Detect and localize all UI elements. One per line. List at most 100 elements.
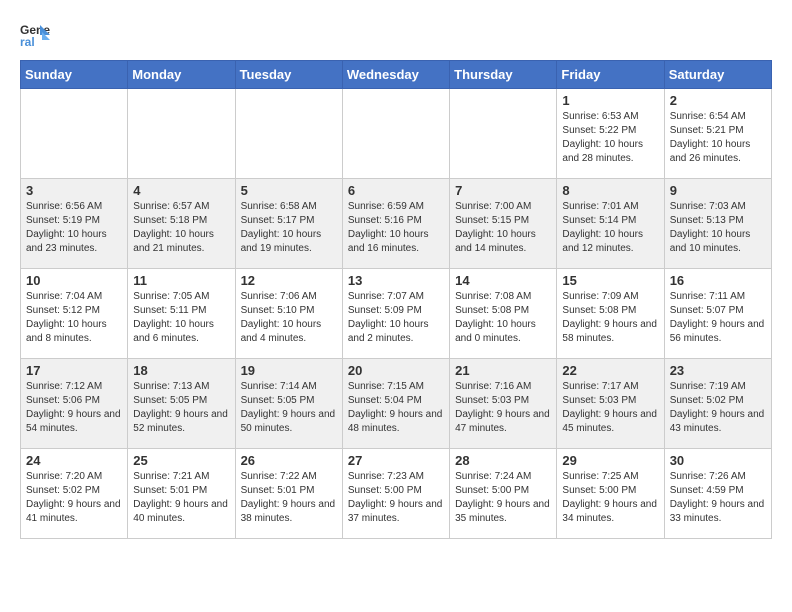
day-info: Sunrise: 7:25 AM Sunset: 5:00 PM Dayligh… xyxy=(562,470,658,526)
calendar-cell: 9 Sunrise: 7:03 AM Sunset: 5:13 PM Daylig… xyxy=(664,179,771,269)
day-number: 2 xyxy=(670,93,766,108)
logo-icon: Gene ral xyxy=(20,20,50,50)
day-number: 9 xyxy=(670,183,766,198)
day-number: 16 xyxy=(670,273,766,288)
day-info: Sunrise: 6:58 AM Sunset: 5:17 PM Dayligh… xyxy=(241,200,337,256)
calendar-cell: 29Sunrise: 7:25 AM Sunset: 5:00 PM Dayli… xyxy=(557,449,664,539)
calendar-cell: 27 Sunrise: 7:23 AM Sunset: 5:00 PM Dayli… xyxy=(342,449,449,539)
day-number: 7 xyxy=(455,183,551,198)
day-info: Sunrise: 7:21 AM Sunset: 5:01 PM Dayligh… xyxy=(133,470,229,526)
day-number: 12 xyxy=(241,273,337,288)
day-number: 26 xyxy=(241,453,337,468)
day-number: 1 xyxy=(562,93,658,108)
weekday-header-wednesday: Wednesday xyxy=(342,61,449,89)
day-number: 24 xyxy=(26,453,122,468)
header: Gene ral xyxy=(20,20,772,50)
day-number: 5 xyxy=(241,183,337,198)
calendar-week-row: 1 Sunrise: 6:53 AM Sunset: 5:22 PM Daylig… xyxy=(21,89,772,179)
calendar-cell: 6Sunrise: 6:59 AM Sunset: 5:16 PM Daylig… xyxy=(342,179,449,269)
day-number: 11 xyxy=(133,273,229,288)
day-number: 30 xyxy=(670,453,766,468)
calendar-body: 1 Sunrise: 6:53 AM Sunset: 5:22 PM Daylig… xyxy=(21,89,772,539)
day-number: 3 xyxy=(26,183,122,198)
day-info: Sunrise: 6:53 AM Sunset: 5:22 PM Dayligh… xyxy=(562,110,658,166)
day-info: Sunrise: 7:22 AM Sunset: 5:01 PM Dayligh… xyxy=(241,470,337,526)
calendar-cell xyxy=(235,89,342,179)
weekday-header-tuesday: Tuesday xyxy=(235,61,342,89)
calendar-cell: 12 Sunrise: 7:06 AM Sunset: 5:10 PM Dayli… xyxy=(235,269,342,359)
calendar-cell: 26 Sunrise: 7:22 AM Sunset: 5:01 PM Dayli… xyxy=(235,449,342,539)
day-info: Sunrise: 7:20 AM Sunset: 5:02 PM Dayligh… xyxy=(26,470,122,526)
day-number: 6 xyxy=(348,183,444,198)
day-number: 22 xyxy=(562,363,658,378)
day-info: Sunrise: 7:05 AM Sunset: 5:11 PM Dayligh… xyxy=(133,290,229,346)
calendar-cell: 24 Sunrise: 7:20 AM Sunset: 5:02 PM Dayli… xyxy=(21,449,128,539)
day-number: 18 xyxy=(133,363,229,378)
calendar-cell: 14 Sunrise: 7:08 AM Sunset: 5:08 PM Dayli… xyxy=(450,269,557,359)
day-number: 20 xyxy=(348,363,444,378)
day-info: Sunrise: 6:54 AM Sunset: 5:21 PM Dayligh… xyxy=(670,110,766,166)
day-info: Sunrise: 7:19 AM Sunset: 5:02 PM Dayligh… xyxy=(670,380,766,436)
day-number: 25 xyxy=(133,453,229,468)
calendar-cell: 17 Sunrise: 7:12 AM Sunset: 5:06 PM Dayli… xyxy=(21,359,128,449)
calendar-cell xyxy=(342,89,449,179)
day-info: Sunrise: 7:14 AM Sunset: 5:05 PM Dayligh… xyxy=(241,380,337,436)
calendar-cell: 22Sunrise: 7:17 AM Sunset: 5:03 PM Dayli… xyxy=(557,359,664,449)
calendar-cell: 5 Sunrise: 6:58 AM Sunset: 5:17 PM Daylig… xyxy=(235,179,342,269)
calendar-cell: 28 Sunrise: 7:24 AM Sunset: 5:00 PM Dayli… xyxy=(450,449,557,539)
day-number: 28 xyxy=(455,453,551,468)
day-info: Sunrise: 7:03 AM Sunset: 5:13 PM Dayligh… xyxy=(670,200,766,256)
day-info: Sunrise: 7:11 AM Sunset: 5:07 PM Dayligh… xyxy=(670,290,766,346)
weekday-header-row: SundayMondayTuesdayWednesdayThursdayFrid… xyxy=(21,61,772,89)
day-number: 23 xyxy=(670,363,766,378)
day-number: 27 xyxy=(348,453,444,468)
weekday-header-monday: Monday xyxy=(128,61,235,89)
day-info: Sunrise: 6:57 AM Sunset: 5:18 PM Dayligh… xyxy=(133,200,229,256)
svg-text:ral: ral xyxy=(20,35,35,49)
calendar-cell: 30 Sunrise: 7:26 AM Sunset: 4:59 PM Dayli… xyxy=(664,449,771,539)
calendar-cell: 10 Sunrise: 7:04 AM Sunset: 5:12 PM Dayli… xyxy=(21,269,128,359)
calendar-table: SundayMondayTuesdayWednesdayThursdayFrid… xyxy=(20,60,772,539)
day-number: 4 xyxy=(133,183,229,198)
day-info: Sunrise: 7:26 AM Sunset: 4:59 PM Dayligh… xyxy=(670,470,766,526)
day-number: 10 xyxy=(26,273,122,288)
calendar-cell: 13 Sunrise: 7:07 AM Sunset: 5:09 PM Dayli… xyxy=(342,269,449,359)
calendar-cell: 20Sunrise: 7:15 AM Sunset: 5:04 PM Dayli… xyxy=(342,359,449,449)
calendar-week-row: 24 Sunrise: 7:20 AM Sunset: 5:02 PM Dayli… xyxy=(21,449,772,539)
day-info: Sunrise: 7:24 AM Sunset: 5:00 PM Dayligh… xyxy=(455,470,551,526)
day-number: 8 xyxy=(562,183,658,198)
day-info: Sunrise: 7:13 AM Sunset: 5:05 PM Dayligh… xyxy=(133,380,229,436)
calendar-week-row: 3Sunrise: 6:56 AM Sunset: 5:19 PM Daylig… xyxy=(21,179,772,269)
day-info: Sunrise: 7:04 AM Sunset: 5:12 PM Dayligh… xyxy=(26,290,122,346)
calendar-cell xyxy=(128,89,235,179)
day-info: Sunrise: 7:06 AM Sunset: 5:10 PM Dayligh… xyxy=(241,290,337,346)
day-number: 13 xyxy=(348,273,444,288)
day-number: 15 xyxy=(562,273,658,288)
calendar-cell xyxy=(21,89,128,179)
calendar-cell: 4 Sunrise: 6:57 AM Sunset: 5:18 PM Daylig… xyxy=(128,179,235,269)
day-info: Sunrise: 7:16 AM Sunset: 5:03 PM Dayligh… xyxy=(455,380,551,436)
calendar-cell: 3Sunrise: 6:56 AM Sunset: 5:19 PM Daylig… xyxy=(21,179,128,269)
calendar-cell: 23 Sunrise: 7:19 AM Sunset: 5:02 PM Dayli… xyxy=(664,359,771,449)
day-info: Sunrise: 7:12 AM Sunset: 5:06 PM Dayligh… xyxy=(26,380,122,436)
calendar-cell: 1 Sunrise: 6:53 AM Sunset: 5:22 PM Daylig… xyxy=(557,89,664,179)
calendar-cell: 19 Sunrise: 7:14 AM Sunset: 5:05 PM Dayli… xyxy=(235,359,342,449)
weekday-header-friday: Friday xyxy=(557,61,664,89)
day-number: 14 xyxy=(455,273,551,288)
calendar-cell: 8 Sunrise: 7:01 AM Sunset: 5:14 PM Daylig… xyxy=(557,179,664,269)
day-info: Sunrise: 7:09 AM Sunset: 5:08 PM Dayligh… xyxy=(562,290,658,346)
day-info: Sunrise: 7:23 AM Sunset: 5:00 PM Dayligh… xyxy=(348,470,444,526)
day-info: Sunrise: 7:01 AM Sunset: 5:14 PM Dayligh… xyxy=(562,200,658,256)
calendar-week-row: 10 Sunrise: 7:04 AM Sunset: 5:12 PM Dayli… xyxy=(21,269,772,359)
calendar-cell: 18 Sunrise: 7:13 AM Sunset: 5:05 PM Dayli… xyxy=(128,359,235,449)
day-info: Sunrise: 7:08 AM Sunset: 5:08 PM Dayligh… xyxy=(455,290,551,346)
weekday-header-sunday: Sunday xyxy=(21,61,128,89)
calendar-cell: 15 Sunrise: 7:09 AM Sunset: 5:08 PM Dayli… xyxy=(557,269,664,359)
calendar-cell: 7 Sunrise: 7:00 AM Sunset: 5:15 PM Daylig… xyxy=(450,179,557,269)
calendar-week-row: 17 Sunrise: 7:12 AM Sunset: 5:06 PM Dayli… xyxy=(21,359,772,449)
weekday-header-saturday: Saturday xyxy=(664,61,771,89)
day-number: 19 xyxy=(241,363,337,378)
day-info: Sunrise: 7:07 AM Sunset: 5:09 PM Dayligh… xyxy=(348,290,444,346)
day-info: Sunrise: 7:00 AM Sunset: 5:15 PM Dayligh… xyxy=(455,200,551,256)
day-number: 17 xyxy=(26,363,122,378)
